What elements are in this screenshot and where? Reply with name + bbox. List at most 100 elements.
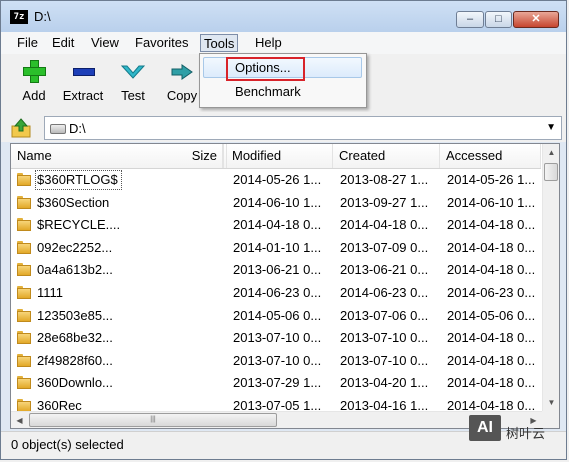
cell-size bbox=[161, 305, 223, 327]
table-row[interactable]: 2f49828f60... 2013-07-10 0... 2013-07-10 0… bbox=[11, 350, 541, 372]
table-row[interactable]: $RECYCLE.... 2014-04-18 0... 2014-04-18 0.… bbox=[11, 214, 541, 236]
cell-size bbox=[161, 169, 223, 191]
cell-created: 2013-07-10 0... bbox=[340, 330, 429, 346]
cell-name: $360Section bbox=[37, 194, 110, 210]
cell-created: 2013-07-10 0... bbox=[340, 352, 429, 368]
address-input[interactable]: D:\ ▼ bbox=[44, 116, 562, 140]
menu-edit[interactable]: Edit bbox=[49, 34, 77, 52]
folder-icon bbox=[17, 376, 31, 390]
copy-button[interactable]: Copy bbox=[161, 54, 203, 112]
watermark-logo: AI bbox=[469, 415, 501, 441]
app-window: 7z D:\ – □ ✕ File Edit View Favorites To… bbox=[0, 0, 567, 460]
drive-icon bbox=[50, 124, 66, 134]
cell-name: 092ec2252... bbox=[37, 239, 113, 255]
vertical-scroll-thumb[interactable] bbox=[544, 163, 558, 181]
menu-view[interactable]: View bbox=[88, 34, 122, 52]
add-button[interactable]: Add bbox=[13, 54, 55, 112]
vertical-scrollbar[interactable]: ▲ ▼ bbox=[542, 144, 559, 411]
table-row[interactable]: $360RTLOG$ 2014-05-26 1... 2013-08-27 1...… bbox=[11, 169, 541, 191]
menu-favorites[interactable]: Favorites bbox=[132, 34, 191, 52]
cell-accessed: 2014-05-06 0... bbox=[447, 307, 536, 323]
menu-bar: File Edit View Favorites Tools Help bbox=[1, 32, 566, 54]
cell-modified: 2013-07-29 1... bbox=[233, 375, 322, 391]
cell-created: 2013-07-09 0... bbox=[340, 239, 429, 255]
options-highlight-box bbox=[226, 57, 305, 81]
watermark: AI 树叶云 bbox=[469, 415, 566, 455]
address-path: D:\ bbox=[69, 121, 86, 136]
address-bar: D:\ ▼ bbox=[1, 112, 566, 142]
folder-icon bbox=[17, 308, 31, 322]
cell-accessed: 2014-04-18 0... bbox=[447, 217, 536, 233]
folder-icon bbox=[17, 240, 31, 254]
cell-size bbox=[161, 350, 223, 372]
cell-modified: 2013-07-10 0... bbox=[233, 330, 322, 346]
cell-name: 360Downlo... bbox=[37, 375, 113, 391]
cell-modified: 2014-05-26 1... bbox=[233, 172, 322, 187]
cell-size bbox=[161, 214, 223, 236]
test-check-icon bbox=[121, 65, 145, 79]
scroll-up-icon[interactable]: ▲ bbox=[543, 144, 559, 161]
column-header-size[interactable]: Size bbox=[161, 144, 223, 168]
cell-created: 2014-04-18 0... bbox=[340, 217, 429, 233]
cell-size bbox=[161, 192, 223, 214]
folder-up-icon[interactable] bbox=[9, 117, 35, 139]
cell-accessed: 2014-04-18 0... bbox=[447, 352, 536, 368]
menu-file[interactable]: File bbox=[14, 34, 41, 52]
cell-created: 2013-07-06 0... bbox=[340, 307, 429, 323]
cell-modified: 2014-01-10 1... bbox=[233, 239, 322, 255]
cell-accessed: 2014-05-26 1... bbox=[447, 172, 536, 187]
cell-modified: 2013-07-10 0... bbox=[233, 352, 322, 368]
test-label: Test bbox=[121, 88, 145, 103]
cell-name: 123503e85... bbox=[37, 307, 113, 323]
column-header-modified[interactable]: Modified bbox=[226, 144, 333, 168]
menu-item-benchmark[interactable]: Benchmark bbox=[235, 82, 301, 102]
chevron-down-icon[interactable]: ▼ bbox=[546, 122, 556, 133]
title-bar[interactable]: 7z D:\ – □ ✕ bbox=[1, 1, 566, 32]
table-row[interactable]: 123503e85... 2014-05-06 0... 2013-07-06 0.… bbox=[11, 305, 541, 327]
folder-icon bbox=[17, 331, 31, 345]
table-row[interactable]: $360Section 2014-06-10 1... 2013-09-27 1..… bbox=[11, 192, 541, 214]
cell-accessed: 2014-04-18 0... bbox=[447, 239, 536, 255]
extract-button[interactable]: Extract bbox=[59, 54, 107, 112]
scroll-left-icon[interactable]: ◀ bbox=[11, 412, 28, 428]
cell-created: 2014-06-23 0... bbox=[340, 285, 429, 300]
menu-tools[interactable]: Tools bbox=[200, 34, 239, 52]
add-plus-icon bbox=[23, 60, 46, 83]
scroll-down-icon[interactable]: ▼ bbox=[543, 394, 559, 411]
cell-accessed: 2014-06-23 0... bbox=[447, 285, 536, 300]
minimize-button[interactable]: – bbox=[456, 11, 484, 28]
horizontal-scrollbar[interactable]: ◀ ||| ▶ bbox=[11, 411, 542, 428]
cell-size bbox=[161, 237, 223, 259]
column-header-accessed[interactable]: Accessed bbox=[440, 144, 541, 168]
extract-minus-icon bbox=[73, 68, 95, 76]
table-row[interactable]: 360Downlo... 2013-07-29 1... 2013-04-20 1.… bbox=[11, 372, 541, 394]
test-button[interactable]: Test bbox=[112, 54, 154, 112]
cell-created: 2013-04-20 1... bbox=[340, 375, 429, 391]
file-list[interactable]: Name Modified Created Accessed Size $360… bbox=[10, 143, 560, 429]
table-row[interactable]: 1111 2014-06-23 0... 2014-06-23 0... 2014-0… bbox=[11, 282, 541, 304]
focus-rectangle bbox=[35, 170, 122, 190]
copy-label: Copy bbox=[166, 88, 198, 103]
folder-icon bbox=[17, 263, 31, 277]
cell-size bbox=[161, 259, 223, 281]
cell-modified: 2014-04-18 0... bbox=[233, 217, 322, 233]
extract-label: Extract bbox=[62, 88, 104, 103]
horizontal-scroll-thumb[interactable]: ||| bbox=[29, 413, 277, 427]
table-row[interactable]: 092ec2252... 2014-01-10 1... 2013-07-09 0.… bbox=[11, 237, 541, 259]
cell-size bbox=[161, 282, 223, 304]
cell-created: 2013-09-27 1... bbox=[340, 194, 429, 210]
folder-icon bbox=[17, 173, 31, 186]
cell-accessed: 2014-04-18 0... bbox=[447, 330, 536, 346]
cell-accessed: 2014-06-10 1... bbox=[447, 194, 536, 210]
add-label: Add bbox=[22, 88, 46, 103]
table-row[interactable]: 0a4a613b2... 2013-06-21 0... 2013-06-21 0.… bbox=[11, 259, 541, 281]
menu-help[interactable]: Help bbox=[252, 34, 285, 52]
close-button[interactable]: ✕ bbox=[513, 11, 559, 28]
maximize-button[interactable]: □ bbox=[485, 11, 512, 28]
cell-name: 0a4a613b2... bbox=[37, 262, 113, 278]
list-header: Name Modified Created Accessed Size bbox=[11, 144, 541, 169]
table-row[interactable]: 28e68be32... 2013-07-10 0... 2013-07-10 0.… bbox=[11, 327, 541, 349]
cell-name: 2f49828f60... bbox=[37, 352, 113, 368]
column-header-created[interactable]: Created bbox=[333, 144, 440, 168]
window-title: D:\ bbox=[34, 9, 51, 24]
